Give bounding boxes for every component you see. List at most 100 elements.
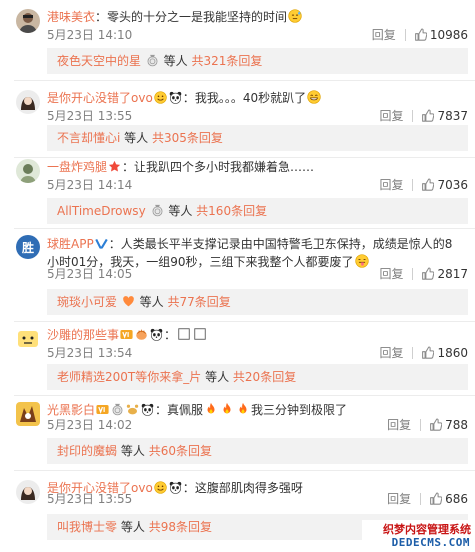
svg-text:胜: 胜 — [22, 240, 34, 255]
timestamp: 5月23日 13:55 — [47, 109, 133, 123]
fire-emoji-icon — [220, 402, 234, 416]
avatar[interactable] — [16, 402, 40, 426]
divider — [14, 395, 475, 396]
thumbs-up-icon[interactable] — [421, 346, 434, 359]
reply-button[interactable]: 回复 — [379, 346, 403, 360]
reply-button[interactable]: 回复 — [387, 418, 411, 432]
avatar[interactable] — [16, 159, 40, 183]
timestamp: 5月23日 14:10 — [47, 28, 133, 42]
sub-replies-bar[interactable]: 不言却懂心i 等人 共305条回复 — [47, 125, 468, 151]
reply-count-link[interactable]: 共60条回复 — [149, 444, 212, 458]
sub-reply-others: 等人 — [120, 520, 145, 534]
comment-text: 这腹部肌肉得多强呀 — [194, 481, 303, 495]
sub-reply-username[interactable]: 封印的魔蝎 — [57, 444, 117, 458]
separator — [412, 179, 414, 191]
sub-reply-username[interactable]: 老师精选200T等你来拿_片 — [57, 370, 201, 384]
divider — [14, 470, 475, 471]
avatar[interactable] — [16, 480, 40, 504]
username[interactable]: 是你开心没错了ovo — [47, 91, 153, 105]
username[interactable]: 一盘炸鸡腿 — [47, 160, 107, 174]
thumbs-up-icon[interactable] — [421, 267, 434, 280]
sub-reply-username[interactable]: 夜色天空中的星 — [57, 54, 141, 68]
comment-text: 让我趴四个多小时我都嫌着急…… — [134, 160, 315, 174]
username[interactable]: 光黑影白 — [47, 403, 95, 417]
comment-feed: 港味美衣：零头的十分之一是我能坚持的时间 5月23日 14:10 回复 10986… — [0, 0, 475, 552]
sub-replies-bar[interactable]: 琬琰小可爱 等人 共77条回复 — [47, 289, 468, 315]
reply-count-link[interactable]: 共77条回复 — [168, 295, 231, 309]
comment-text-continued: 我三分钟到极限了 — [251, 403, 348, 417]
reply-button[interactable]: 回复 — [379, 109, 403, 123]
sub-reply-others: 等人 — [168, 204, 193, 218]
panda-badge-icon — [150, 328, 163, 341]
sub-replies-bar[interactable]: 夜色天空中的星 等人 共321条回复 — [47, 48, 468, 74]
divider — [14, 228, 475, 229]
medal-badge-icon — [111, 403, 124, 416]
medal-icon — [151, 204, 164, 217]
reply-count-link[interactable]: 共321条回复 — [192, 54, 263, 68]
comment-actions: 回复 686 — [387, 491, 468, 507]
separator — [404, 29, 406, 41]
timestamp: 5月23日 14:05 — [47, 267, 133, 281]
watermark-title: 织梦内容管理系统 — [383, 523, 471, 536]
colon: ： — [108, 237, 121, 251]
avatar[interactable]: 胜 — [16, 235, 40, 259]
username[interactable]: 沙雕的那些事 — [47, 328, 119, 342]
reply-button[interactable]: 回复 — [379, 267, 403, 281]
username[interactable]: 港味美衣 — [47, 10, 95, 24]
reply-count-link[interactable]: 共98条回复 — [149, 520, 212, 534]
smile-badge-icon — [154, 91, 167, 104]
username[interactable]: 球胜APP — [47, 237, 94, 251]
watermark-url: DEDECMS.COM — [391, 536, 470, 549]
star-badge-icon — [108, 160, 121, 173]
avatar[interactable] — [16, 90, 40, 114]
reply-button[interactable]: 回复 — [379, 178, 403, 192]
site-watermark: 织梦内容管理系统 DEDECMS.COM — [362, 520, 475, 552]
avatar[interactable] — [16, 9, 40, 33]
reply-button[interactable]: 回复 — [372, 28, 396, 42]
sub-reply-username[interactable]: 琬琰小可爱 — [57, 295, 117, 309]
colon: ： — [182, 91, 195, 105]
avatar[interactable] — [16, 327, 40, 351]
divider — [14, 80, 475, 81]
divider — [14, 157, 475, 158]
sub-reply-username[interactable]: AllTimeDrowsy — [57, 204, 146, 218]
clap-badge-icon — [135, 328, 148, 341]
vip-badge-icon — [120, 328, 133, 341]
thumbs-up-icon[interactable] — [421, 109, 434, 122]
thumbs-up-icon[interactable] — [429, 418, 442, 431]
placeholder-glyph-icon — [178, 328, 190, 340]
panda-badge-icon — [169, 481, 182, 494]
thumbs-up-icon[interactable] — [414, 28, 427, 41]
timestamp: 5月23日 14:02 — [47, 418, 133, 432]
like-count: 788 — [445, 418, 468, 432]
like-count: 686 — [445, 492, 468, 506]
sub-replies-bar[interactable]: 封印的魔蝎 等人 共60条回复 — [47, 438, 468, 464]
sub-reply-username[interactable]: 不言却懂心i — [57, 131, 120, 145]
sub-reply-others: 等人 — [120, 444, 145, 458]
comment-text: 我我。。。40秒就趴了 — [194, 91, 307, 105]
like-count: 7837 — [437, 109, 468, 123]
reply-count-link[interactable]: 共160条回复 — [196, 204, 267, 218]
sub-replies-bar[interactable]: AllTimeDrowsy 等人 共160条回复 — [47, 198, 468, 224]
fire-emoji-icon — [236, 402, 250, 416]
like-count: 10986 — [429, 28, 468, 42]
sub-reply-others: 等人 — [163, 54, 188, 68]
timestamp: 5月23日 13:54 — [47, 346, 133, 360]
colon: ： — [122, 160, 135, 174]
sub-reply-others: 等人 — [124, 131, 149, 145]
sub-reply-username[interactable]: 叫我博士零 — [57, 520, 117, 534]
grin-emoji-icon — [307, 90, 321, 104]
reply-count-link[interactable]: 共305条回复 — [152, 131, 223, 145]
separator — [420, 419, 422, 431]
like-count: 1860 — [437, 346, 468, 360]
separator — [412, 268, 414, 280]
comment-actions: 回复 1860 — [379, 345, 468, 361]
thumbs-up-icon[interactable] — [429, 492, 442, 505]
sub-replies-bar[interactable]: 老师精选200T等你来拿_片 等人 共20条回复 — [47, 364, 468, 390]
reply-button[interactable]: 回复 — [387, 492, 411, 506]
sweat-emoji-icon — [288, 9, 302, 23]
thumbs-up-icon[interactable] — [421, 178, 434, 191]
reply-count-link[interactable]: 共20条回复 — [233, 370, 296, 384]
comment-actions: 回复 7036 — [379, 177, 468, 193]
vip-badge-icon — [96, 403, 109, 416]
